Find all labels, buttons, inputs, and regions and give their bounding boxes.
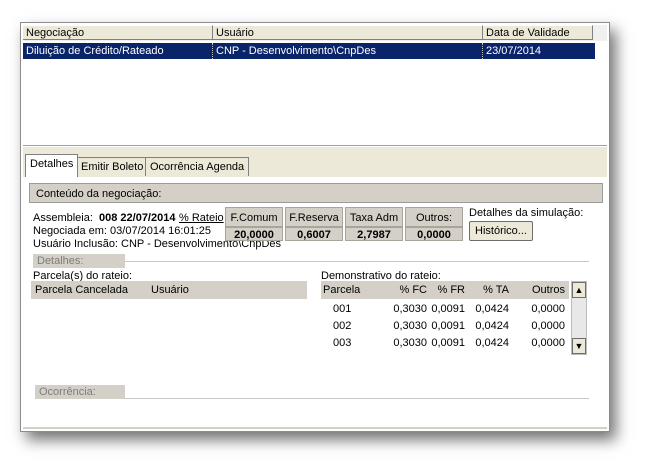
cell-fr: 0,0091 (431, 320, 465, 332)
tab-emitir-boleto[interactable]: Emitir Boleto (76, 157, 149, 176)
column-header-usuario[interactable]: Usuário (213, 25, 483, 40)
table-row[interactable]: 003 0,3030 0,0091 0,0424 0,0000 (321, 335, 569, 352)
table-row[interactable]: 002 0,3030 0,0091 0,0424 0,0000 (321, 318, 569, 335)
cell-fr: 0,0091 (431, 337, 465, 349)
rate-label-fcomum: F.Comum (225, 207, 283, 227)
cell-ta: 0,0424 (475, 337, 509, 349)
details-panel: Detalhes Emitir Boleto Ocorrência Agenda… (23, 147, 607, 429)
cell-fc: 0,3030 (393, 303, 427, 315)
cell-usuario: CNP - Desenvolvimento\CnpDes (213, 43, 483, 59)
cell-fr: 0,0091 (431, 303, 465, 315)
simulacao-label: Detalhes da simulação: (469, 207, 584, 219)
rate-label-taxa-adm: Taxa Adm (345, 207, 403, 227)
cell-outros: 0,0000 (531, 320, 565, 332)
column-header-data-validade[interactable]: Data de Validade (483, 25, 593, 40)
column-header-parcela-cancelada[interactable]: Parcela Cancelada (35, 281, 128, 299)
demonstrativo-scrollbar[interactable]: ▲ ▼ (571, 281, 587, 355)
negotiations-grid[interactable]: Negociação Usuário Data de Validade Dilu… (23, 25, 607, 146)
rate-value-freserva: 0,6007 (285, 227, 343, 241)
parcelas-rateio-header: Parcela Cancelada Usuário (31, 281, 307, 299)
divider (125, 398, 589, 399)
cell-outros: 0,0000 (531, 303, 565, 315)
divider (125, 261, 589, 262)
demonstrativo-header: Parcela % FC % FR % TA Outros (321, 281, 569, 299)
column-header-ta[interactable]: % TA (465, 281, 509, 299)
cell-ta: 0,0424 (475, 320, 509, 332)
cell-ta: 0,0424 (475, 303, 509, 315)
detalhes-group-label: Detalhes: (33, 254, 125, 268)
rate-label-outros: Outros: (405, 207, 463, 227)
column-header-negociacao[interactable]: Negociação (23, 25, 213, 40)
table-row[interactable]: 001 0,3030 0,0091 0,0424 0,0000 (321, 301, 569, 318)
column-header-usuario[interactable]: Usuário (151, 281, 189, 299)
scroll-up-icon[interactable]: ▲ (572, 282, 586, 298)
column-header-parcela[interactable]: Parcela (323, 281, 360, 299)
column-header-fc[interactable]: % FC (371, 281, 428, 299)
cell-outros: 0,0000 (531, 337, 565, 349)
cell-fc: 0,3030 (393, 320, 427, 332)
cell-parcela: 001 (333, 303, 352, 315)
cell-parcela: 003 (333, 337, 352, 349)
scroll-down-icon[interactable]: ▼ (572, 338, 586, 354)
divider (23, 427, 607, 429)
assembleia-value: 008 22/07/2014 (99, 212, 176, 224)
rate-value-outros: 0,0000 (405, 227, 463, 241)
rateio-link[interactable]: % Rateio (179, 212, 224, 224)
assembleia-label: Assembleia: (33, 212, 93, 224)
cell-parcela: 002 (333, 320, 352, 332)
tab-ocorrencia-agenda[interactable]: Ocorrência Agenda (145, 157, 250, 176)
column-header-outros[interactable]: Outros (509, 281, 565, 299)
section-title: Conteúdo da negociação: (29, 183, 603, 203)
negociada-em: Negociada em: 03/07/2014 16:01:25 (33, 225, 211, 237)
tab-detalhes[interactable]: Detalhes (25, 154, 79, 177)
ocorrencia-group-label: Ocorrência: (35, 385, 125, 399)
table-row[interactable]: Diluição de Crédito/Rateado CNP - Desenv… (23, 43, 595, 59)
rate-value-taxa-adm: 2,7987 (345, 227, 403, 241)
historico-button[interactable]: Histórico... (469, 221, 533, 241)
rate-value-fcomum: 20,0000 (225, 227, 283, 241)
column-header-fr[interactable]: % FR (427, 281, 466, 299)
grid-header: Negociação Usuário Data de Validade (23, 25, 607, 41)
cell-data-validade: 23/07/2014 (486, 45, 542, 57)
rate-label-freserva: F.Reserva (285, 207, 343, 227)
cell-fc: 0,3030 (393, 337, 427, 349)
cell-negociacao: Diluição de Crédito/Rateado (23, 43, 213, 59)
main-window: Negociação Usuário Data de Validade Dilu… (20, 22, 610, 432)
